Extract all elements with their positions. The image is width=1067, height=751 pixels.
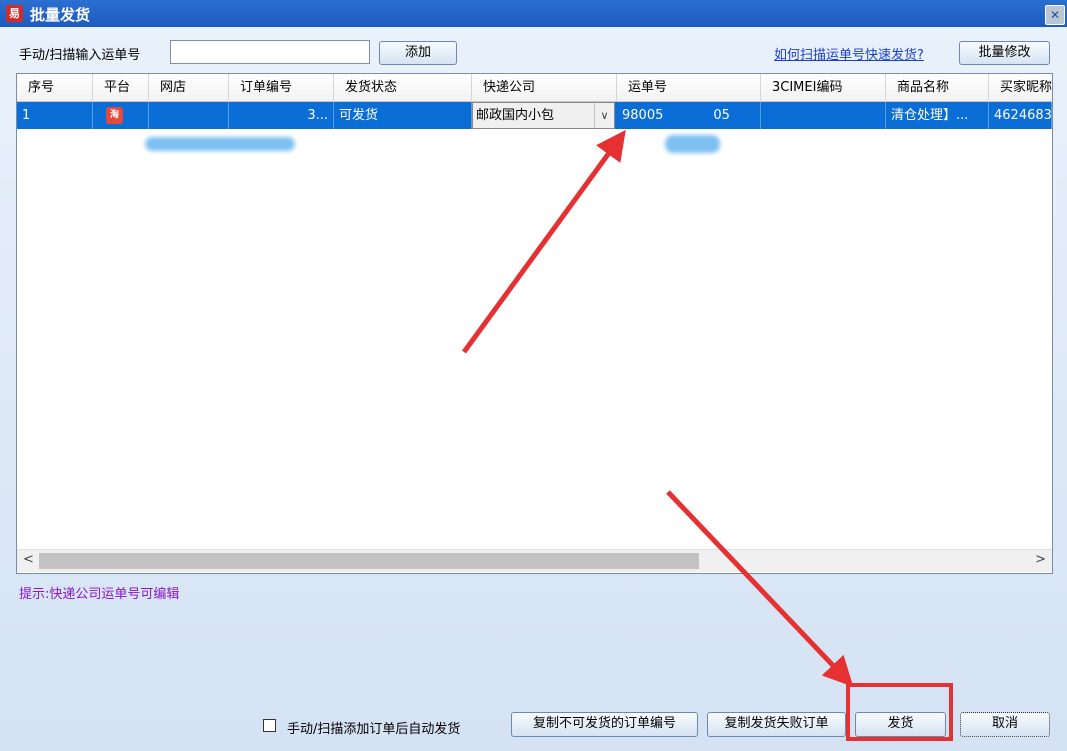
annotation-arrow bbox=[461, 129, 626, 354]
annotation-arrow bbox=[666, 490, 854, 687]
annotation-arrows bbox=[461, 129, 854, 687]
